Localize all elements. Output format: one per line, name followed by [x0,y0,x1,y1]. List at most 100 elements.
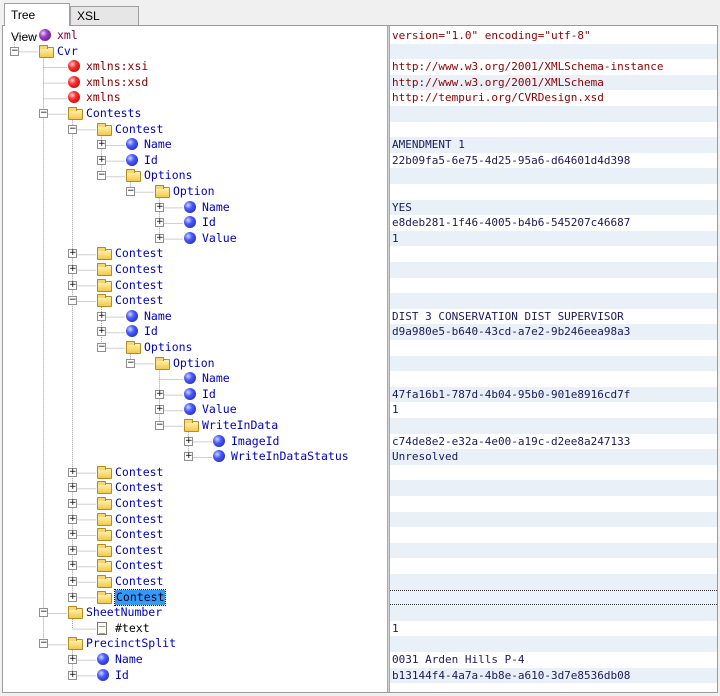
node-label-name[interactable]: Name [144,309,172,325]
tree-row[interactable]: − PrecinctSplit [3,636,717,652]
node-label-options[interactable]: Options [144,168,192,184]
node-value-cell[interactable] [390,511,717,528]
tree-row[interactable]: + Contest [3,558,717,574]
node-value-cell[interactable]: http://www.w3.org/2001/XMLSchema [390,74,717,91]
node-value-cell[interactable]: version="1.0" encoding="utf-8" [390,28,717,44]
tree-row[interactable]: Name [3,371,717,387]
expand-toggle-icon[interactable]: + [68,280,77,290]
expand-toggle-icon[interactable]: + [68,577,77,586]
node-label-contest[interactable]: Contest [115,246,163,262]
node-label-id[interactable]: Id [202,387,216,403]
node-label-option[interactable]: Option [173,184,215,200]
tree-row[interactable]: + Value 1 [3,402,717,418]
collapse-toggle-icon[interactable]: − [126,187,135,196]
node-label-writeindatastatus[interactable]: WriteInDataStatus [231,449,349,465]
node-value-cell[interactable]: 1 [390,621,717,637]
collapse-toggle-icon[interactable]: − [126,358,135,368]
tree-row[interactable]: + Id 22b09fa5-6e75-4d25-95a6-d64601d4d398 [3,153,717,169]
tree-row[interactable]: + Id b13144f4-4a7a-4b8e-a610-3d7e8536db08 [3,667,717,684]
expand-toggle-icon[interactable]: + [68,545,77,555]
node-value-cell[interactable] [390,496,717,512]
collapse-toggle-icon[interactable]: − [97,171,106,181]
node-value-cell[interactable]: b13144f4-4a7a-4b8e-a610-3d7e8536db08 [390,667,717,684]
collapse-toggle-icon[interactable]: − [39,109,48,118]
tree-row[interactable]: + Id 47fa16b1-787d-4b04-95b0-901e8916cd7f [3,386,717,403]
node-label-contest[interactable]: Contest [115,465,163,481]
node-value-cell[interactable] [390,589,717,606]
tree-row[interactable]: − Option [3,355,717,372]
expand-toggle-icon[interactable]: + [68,655,77,664]
expand-toggle-icon[interactable]: + [68,561,77,571]
expand-toggle-icon[interactable]: + [68,592,77,602]
node-value-cell[interactable]: YES [390,199,717,216]
tree-row[interactable]: + Id d9a980e5-b640-43cd-a7e2-9b246eea98a3 [3,324,717,340]
node-label-contest[interactable]: Contest [115,122,163,138]
node-label-contest[interactable]: Contest [115,480,163,496]
node-value-cell[interactable] [390,246,717,262]
node-value-cell[interactable]: 47fa16b1-787d-4b04-95b0-901e8916cd7f [390,386,717,403]
node-label-contest[interactable]: Contest [115,293,163,309]
node-value-cell[interactable] [390,355,717,372]
node-value-cell[interactable] [390,43,717,60]
expand-toggle-icon[interactable]: + [155,218,164,228]
node-label-imageid[interactable]: ImageId [231,434,279,450]
node-label-cvr[interactable]: Cvr [57,44,78,60]
expand-toggle-icon[interactable]: + [97,327,106,337]
node-label-option[interactable]: Option [173,356,215,372]
tree-row[interactable]: + Value 1 [3,230,717,247]
node-label-contest[interactable]: Contest [115,527,163,543]
node-value-cell[interactable] [390,574,717,590]
node-value-cell[interactable] [390,168,717,184]
node-value-cell[interactable]: 0031 Arden Hills P-4 [390,652,717,668]
node-label-value[interactable]: Value [202,231,237,247]
tree-row[interactable]: + Contest [3,527,717,543]
node-value-cell[interactable]: http://www.w3.org/2001/XMLSchema-instanc… [390,59,717,75]
node-label-value[interactable]: Value [202,402,237,418]
tree-row[interactable]: + Name DIST 3 CONSERVATION DIST SUPERVISOR [3,309,717,325]
node-value-cell[interactable] [390,262,717,278]
tree-row[interactable]: − Contests [3,106,717,122]
collapse-toggle-icon[interactable]: − [155,421,164,430]
node-value-cell[interactable]: e8deb281-1f46-4005-b4b6-545207c46687 [390,215,717,231]
node-label-xmlns-xsd[interactable]: xmlns:xsd [86,75,148,91]
expand-toggle-icon[interactable]: + [155,202,164,212]
tab-xsl-output[interactable]: XSL Output [70,6,139,42]
tree-row[interactable]: + Contest [3,574,717,590]
tree-row[interactable]: xmlns:xsi http://www.w3.org/2001/XMLSchem… [3,59,717,75]
node-value-cell[interactable] [390,371,717,387]
node-label-name[interactable]: Name [115,652,143,668]
expand-toggle-icon[interactable]: + [184,452,193,462]
tree-row[interactable]: + Contest [3,511,717,528]
node-label-id[interactable]: Id [144,153,158,169]
expand-toggle-icon[interactable]: + [97,155,106,165]
expand-toggle-icon[interactable]: + [68,265,77,274]
tree-row[interactable]: + Name AMENDMENT 1 [3,137,717,153]
collapse-toggle-icon[interactable]: − [97,343,106,352]
tree-row[interactable]: + Id e8deb281-1f46-4005-b4b6-545207c46687 [3,215,717,231]
node-value-cell[interactable] [390,106,717,122]
expand-toggle-icon[interactable]: + [68,514,77,524]
node-value-cell[interactable] [390,184,717,200]
tree-row[interactable]: #text 1 [3,621,717,637]
node-value-cell[interactable] [390,293,717,309]
collapse-toggle-icon[interactable]: − [39,639,48,649]
expand-toggle-icon[interactable]: + [68,530,77,540]
tree-row[interactable]: + Name YES [3,199,717,216]
tree-row[interactable]: + Name 0031 Arden Hills P-4 [3,652,717,668]
node-label-xml[interactable]: xml [57,28,78,44]
node-value-cell[interactable] [390,278,717,294]
expand-toggle-icon[interactable]: + [155,389,164,399]
node-value-cell[interactable]: d9a980e5-b640-43cd-a7e2-9b246eea98a3 [390,324,717,340]
node-value-cell[interactable]: http://tempuri.org/CVRDesign.xsd [390,90,717,106]
expand-toggle-icon[interactable]: + [68,670,77,680]
node-label-precinctsplit[interactable]: PrecinctSplit [86,636,176,652]
tree-row[interactable]: − WriteInData [3,418,717,434]
node-label-name[interactable]: Name [144,137,172,153]
tree-row[interactable]: − Option [3,184,717,200]
tree-row[interactable]: + Contest [3,542,717,559]
node-value-cell[interactable] [390,542,717,559]
collapse-toggle-icon[interactable]: − [39,608,48,618]
node-label-name[interactable]: Name [202,371,230,387]
tree-row[interactable]: + WriteInDataStatus Unresolved [3,449,717,465]
node-label-xmlns[interactable]: xmlns [86,90,121,106]
